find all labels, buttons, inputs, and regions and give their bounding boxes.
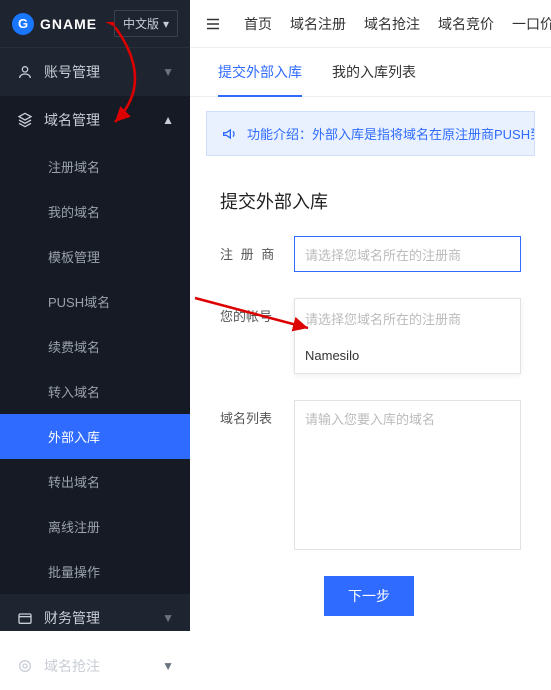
- sidebar-item-template[interactable]: 模板管理: [0, 234, 190, 279]
- info-text: 功能介绍：外部入库是指将域名在原注册商PUSH到本站对: [247, 124, 535, 143]
- language-label: 中文版: [123, 15, 159, 32]
- dropdown-placeholder: 请选择您域名所在的注册商: [295, 299, 520, 338]
- logo-text: GNAME: [40, 16, 97, 32]
- wallet-icon: [16, 610, 34, 626]
- info-banner: 功能介绍：外部入库是指将域名在原注册商PUSH到本站对: [206, 111, 535, 156]
- sidebar-item-offline-register[interactable]: 离线注册: [0, 504, 190, 549]
- topnav-fixed[interactable]: 一口价: [512, 14, 551, 34]
- sidebar-item-register-domain[interactable]: 注册域名: [0, 144, 190, 189]
- domain-list-label: 域名列表: [220, 400, 294, 427]
- top-nav: 首页 域名注册 域名抢注 域名竞价 一口价: [190, 0, 551, 48]
- next-button[interactable]: 下一步: [324, 576, 414, 616]
- logo-row: G GNAME 中文版 ▾: [0, 0, 190, 48]
- sidebar-cat-snatch[interactable]: 域名抢注 ▼: [0, 642, 190, 690]
- sidebar-cat-label: 账号管理: [44, 62, 100, 82]
- sidebar-item-external-import[interactable]: 外部入库: [0, 414, 190, 459]
- sidebar-cat-label: 财务管理: [44, 608, 100, 628]
- chevron-up-icon: ▲: [162, 113, 174, 127]
- sidebar-cat-domain[interactable]: 域名管理 ▲: [0, 96, 190, 144]
- registrar-dropdown[interactable]: 请选择您域名所在的注册商 Namesilo: [294, 298, 521, 374]
- registrar-select[interactable]: 请选择您域名所在的注册商: [294, 236, 521, 272]
- sidebar-item-push-domain[interactable]: PUSH域名: [0, 279, 190, 324]
- sidebar-cat-label: 域名管理: [44, 110, 100, 130]
- form-title: 提交外部入库: [220, 180, 521, 236]
- registrar-placeholder: 请选择您域名所在的注册商: [305, 245, 461, 264]
- stack-icon: [16, 112, 34, 128]
- dropdown-option-namesilo[interactable]: Namesilo: [295, 338, 520, 373]
- target-icon: [16, 658, 34, 674]
- sidebar-cat-finance[interactable]: 财务管理 ▼: [0, 594, 190, 642]
- sidebar-item-renew-domain[interactable]: 续费域名: [0, 324, 190, 369]
- chevron-down-icon: ▼: [162, 611, 174, 625]
- topnav-snatch[interactable]: 域名抢注: [364, 14, 420, 34]
- speaker-icon: [221, 126, 237, 142]
- tab-my-import-list[interactable]: 我的入库列表: [332, 48, 416, 96]
- user-icon: [16, 64, 34, 80]
- sidebar-item-my-domain[interactable]: 我的域名: [0, 189, 190, 234]
- registrar-label: 注 册 商: [220, 236, 294, 263]
- chevron-down-icon: ▾: [163, 17, 169, 31]
- topnav-register[interactable]: 域名注册: [290, 14, 346, 34]
- chevron-down-icon: ▼: [162, 659, 174, 673]
- topnav-bid[interactable]: 域名竞价: [438, 14, 494, 34]
- menu-toggle-icon[interactable]: [204, 15, 222, 33]
- sidebar-cat-account[interactable]: 账号管理 ▼: [0, 48, 190, 96]
- sidebar-item-transfer-out[interactable]: 转出域名: [0, 459, 190, 504]
- topnav-home[interactable]: 首页: [244, 14, 272, 34]
- sidebar-item-bulk[interactable]: 批量操作: [0, 549, 190, 594]
- brand-logo[interactable]: G GNAME: [12, 13, 97, 35]
- sidebar-domain-submenu: 注册域名 我的域名 模板管理 PUSH域名 续费域名 转入域名 外部入库 转出域…: [0, 144, 190, 594]
- sidebar-cat-label: 域名抢注: [44, 656, 100, 676]
- chevron-down-icon: ▼: [162, 65, 174, 79]
- content-tabs: 提交外部入库 我的入库列表: [190, 48, 551, 97]
- logo-mark: G: [12, 13, 34, 35]
- sidebar-item-transfer-in[interactable]: 转入域名: [0, 369, 190, 414]
- tab-submit-import[interactable]: 提交外部入库: [218, 48, 302, 96]
- language-selector[interactable]: 中文版 ▾: [114, 10, 178, 37]
- account-label: 您的帐号: [220, 298, 294, 325]
- domain-list-textarea[interactable]: 请输入您要入库的域名: [294, 400, 521, 550]
